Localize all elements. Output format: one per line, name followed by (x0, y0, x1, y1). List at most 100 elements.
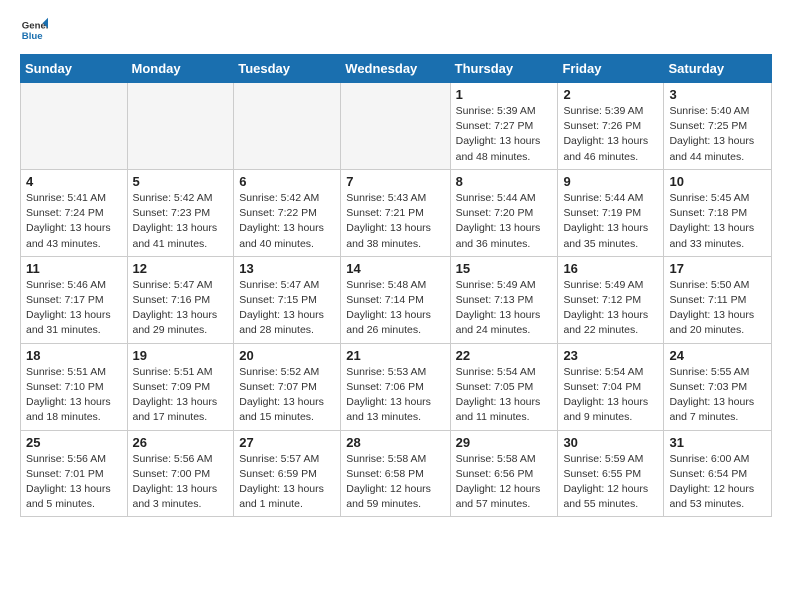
calendar-cell: 31 Sunrise: 6:00 AMSunset: 6:54 PMDayligh… (664, 430, 772, 517)
day-info: Sunrise: 5:53 AMSunset: 7:06 PMDaylight:… (346, 365, 444, 426)
day-info: Sunrise: 5:49 AMSunset: 7:12 PMDaylight:… (563, 278, 658, 339)
day-number: 16 (563, 261, 658, 276)
day-number: 6 (239, 174, 335, 189)
day-info: Sunrise: 5:47 AMSunset: 7:16 PMDaylight:… (133, 278, 229, 339)
logo: General Blue (20, 16, 50, 44)
calendar-cell: 29Sunrise: 5:58 AMSunset: 6:56 PMDayligh… (450, 430, 558, 517)
day-number: 15 (456, 261, 553, 276)
day-number: 20 (239, 348, 335, 363)
day-number: 11 (26, 261, 122, 276)
day-number: 31 (669, 435, 766, 450)
calendar-cell: 23 Sunrise: 5:54 AMSunset: 7:04 PMDayligh… (558, 343, 664, 430)
calendar-cell (21, 83, 128, 170)
calendar-cell: 12 Sunrise: 5:47 AMSunset: 7:16 PMDayligh… (127, 256, 234, 343)
day-info: Sunrise: 5:56 AMSunset: 7:00 PMDaylight:… (133, 452, 229, 513)
day-number: 14 (346, 261, 444, 276)
calendar-cell (127, 83, 234, 170)
day-number: 27 (239, 435, 335, 450)
calendar-cell: 28 Sunrise: 5:58 AMSunset: 6:58 PMDayligh… (341, 430, 450, 517)
day-info: Sunrise: 5:40 AMSunset: 7:25 PMDaylight:… (669, 104, 766, 165)
calendar-cell: 26 Sunrise: 5:56 AMSunset: 7:00 PMDayligh… (127, 430, 234, 517)
day-number: 17 (669, 261, 766, 276)
day-info: Sunrise: 5:55 AMSunset: 7:03 PMDaylight:… (669, 365, 766, 426)
day-info: Sunrise: 5:54 AMSunset: 7:05 PMDaylight:… (456, 365, 553, 426)
calendar-cell (341, 83, 450, 170)
day-info: Sunrise: 5:44 AMSunset: 7:20 PMDaylight:… (456, 191, 553, 252)
day-info: Sunrise: 5:59 AMSunset: 6:55 PMDaylight:… (563, 452, 658, 513)
calendar-header-thursday: Thursday (450, 55, 558, 83)
calendar-cell (234, 83, 341, 170)
day-info: Sunrise: 5:56 AMSunset: 7:01 PMDaylight:… (26, 452, 122, 513)
calendar-header-friday: Friday (558, 55, 664, 83)
day-info: Sunrise: 5:39 AMSunset: 7:26 PMDaylight:… (563, 104, 658, 165)
calendar-cell: 20 Sunrise: 5:52 AMSunset: 7:07 PMDayligh… (234, 343, 341, 430)
day-number: 4 (26, 174, 122, 189)
day-number: 25 (26, 435, 122, 450)
calendar-cell: 9 Sunrise: 5:44 AMSunset: 7:19 PMDaylight… (558, 169, 664, 256)
day-info: Sunrise: 5:58 AMSunset: 6:56 PMDaylight:… (456, 452, 553, 513)
calendar-cell: 30 Sunrise: 5:59 AMSunset: 6:55 PMDayligh… (558, 430, 664, 517)
day-info: Sunrise: 5:44 AMSunset: 7:19 PMDaylight:… (563, 191, 658, 252)
day-info: Sunrise: 5:43 AMSunset: 7:21 PMDaylight:… (346, 191, 444, 252)
calendar-header-saturday: Saturday (664, 55, 772, 83)
svg-text:Blue: Blue (22, 31, 43, 42)
day-info: Sunrise: 5:57 AMSunset: 6:59 PMDaylight:… (239, 452, 335, 513)
day-number: 2 (563, 87, 658, 102)
day-number: 12 (133, 261, 229, 276)
day-info: Sunrise: 5:54 AMSunset: 7:04 PMDaylight:… (563, 365, 658, 426)
calendar-cell: 18Sunrise: 5:51 AMSunset: 7:10 PMDayligh… (21, 343, 128, 430)
day-info: Sunrise: 5:58 AMSunset: 6:58 PMDaylight:… (346, 452, 444, 513)
day-number: 24 (669, 348, 766, 363)
day-info: Sunrise: 5:39 AMSunset: 7:27 PMDaylight:… (456, 104, 553, 165)
calendar-cell: 6 Sunrise: 5:42 AMSunset: 7:22 PMDaylight… (234, 169, 341, 256)
calendar-cell: 14Sunrise: 5:48 AMSunset: 7:14 PMDayligh… (341, 256, 450, 343)
day-info: Sunrise: 5:51 AMSunset: 7:09 PMDaylight:… (133, 365, 229, 426)
calendar-header-sunday: Sunday (21, 55, 128, 83)
calendar-cell: 7Sunrise: 5:43 AMSunset: 7:21 PMDaylight… (341, 169, 450, 256)
week-row-3: 11 Sunrise: 5:46 AMSunset: 7:17 PMDayligh… (21, 256, 772, 343)
day-info: Sunrise: 5:47 AMSunset: 7:15 PMDaylight:… (239, 278, 335, 339)
calendar-cell: 27 Sunrise: 5:57 AMSunset: 6:59 PMDayligh… (234, 430, 341, 517)
day-number: 28 (346, 435, 444, 450)
calendar-table: SundayMondayTuesdayWednesdayThursdayFrid… (20, 54, 772, 517)
day-info: Sunrise: 5:46 AMSunset: 7:17 PMDaylight:… (26, 278, 122, 339)
calendar-cell: 25 Sunrise: 5:56 AMSunset: 7:01 PMDayligh… (21, 430, 128, 517)
calendar-cell: 8 Sunrise: 5:44 AMSunset: 7:20 PMDaylight… (450, 169, 558, 256)
calendar-cell: 5 Sunrise: 5:42 AMSunset: 7:23 PMDaylight… (127, 169, 234, 256)
day-number: 30 (563, 435, 658, 450)
calendar-header-row: SundayMondayTuesdayWednesdayThursdayFrid… (21, 55, 772, 83)
day-info: Sunrise: 5:50 AMSunset: 7:11 PMDaylight:… (669, 278, 766, 339)
day-number: 18 (26, 348, 122, 363)
calendar-header-wednesday: Wednesday (341, 55, 450, 83)
calendar-cell: 24 Sunrise: 5:55 AMSunset: 7:03 PMDayligh… (664, 343, 772, 430)
day-info: Sunrise: 5:49 AMSunset: 7:13 PMDaylight:… (456, 278, 553, 339)
day-number: 26 (133, 435, 229, 450)
calendar-cell: 21Sunrise: 5:53 AMSunset: 7:06 PMDayligh… (341, 343, 450, 430)
day-info: Sunrise: 5:42 AMSunset: 7:23 PMDaylight:… (133, 191, 229, 252)
day-number: 23 (563, 348, 658, 363)
day-info: Sunrise: 5:45 AMSunset: 7:18 PMDaylight:… (669, 191, 766, 252)
day-info: Sunrise: 6:00 AMSunset: 6:54 PMDaylight:… (669, 452, 766, 513)
day-number: 1 (456, 87, 553, 102)
calendar-cell: 2 Sunrise: 5:39 AMSunset: 7:26 PMDaylight… (558, 83, 664, 170)
day-number: 5 (133, 174, 229, 189)
calendar-cell: 15 Sunrise: 5:49 AMSunset: 7:13 PMDayligh… (450, 256, 558, 343)
day-number: 8 (456, 174, 553, 189)
day-number: 3 (669, 87, 766, 102)
week-row-4: 18Sunrise: 5:51 AMSunset: 7:10 PMDayligh… (21, 343, 772, 430)
week-row-5: 25 Sunrise: 5:56 AMSunset: 7:01 PMDayligh… (21, 430, 772, 517)
calendar-cell: 17 Sunrise: 5:50 AMSunset: 7:11 PMDayligh… (664, 256, 772, 343)
calendar-cell: 19Sunrise: 5:51 AMSunset: 7:09 PMDayligh… (127, 343, 234, 430)
day-number: 13 (239, 261, 335, 276)
week-row-1: 1 Sunrise: 5:39 AMSunset: 7:27 PMDaylight… (21, 83, 772, 170)
day-info: Sunrise: 5:42 AMSunset: 7:22 PMDaylight:… (239, 191, 335, 252)
calendar-cell: 4 Sunrise: 5:41 AMSunset: 7:24 PMDaylight… (21, 169, 128, 256)
day-info: Sunrise: 5:52 AMSunset: 7:07 PMDaylight:… (239, 365, 335, 426)
calendar-header-tuesday: Tuesday (234, 55, 341, 83)
page-header: General Blue (20, 16, 772, 44)
calendar-header-monday: Monday (127, 55, 234, 83)
day-number: 10 (669, 174, 766, 189)
day-info: Sunrise: 5:41 AMSunset: 7:24 PMDaylight:… (26, 191, 122, 252)
day-number: 9 (563, 174, 658, 189)
day-number: 22 (456, 348, 553, 363)
